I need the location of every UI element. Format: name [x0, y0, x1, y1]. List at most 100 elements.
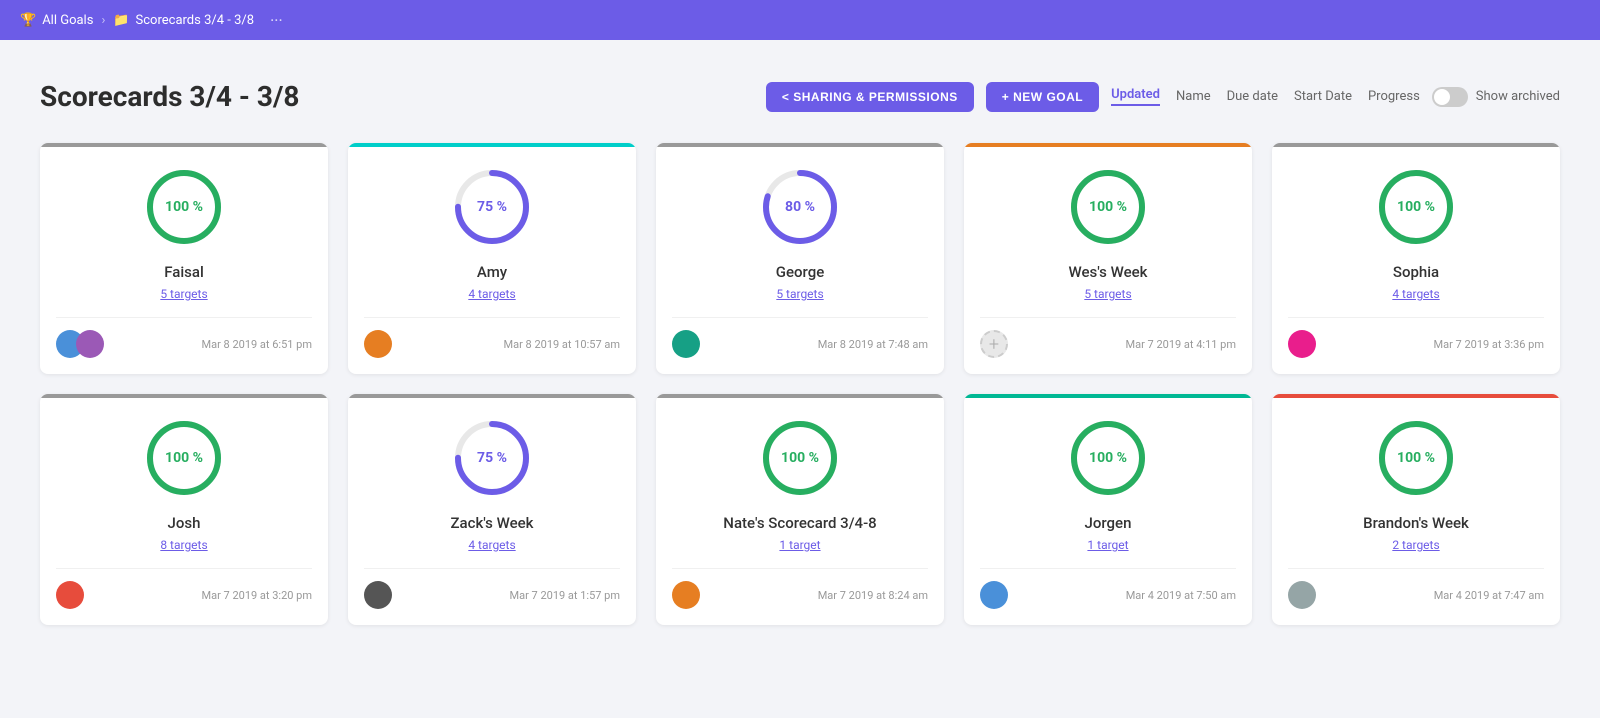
- card-footer: Mar 7 2019 at 1:57 pm: [364, 568, 620, 609]
- card-targets[interactable]: 4 targets: [1392, 287, 1439, 301]
- scorecard-card[interactable]: 100 % Jorgen 1 target Mar 4 2019 at 7:50…: [964, 394, 1252, 625]
- trophy-icon: 🏆: [20, 13, 36, 28]
- avatar: [364, 581, 392, 609]
- sort-start-date[interactable]: Start Date: [1294, 89, 1352, 104]
- card-footer: + Mar 7 2019 at 4:11 pm: [980, 317, 1236, 358]
- card-targets[interactable]: 8 targets: [160, 538, 207, 552]
- scorecard-card[interactable]: 100 % Faisal 5 targets Mar 8 2019 at 6:5…: [40, 143, 328, 374]
- nav-dots[interactable]: ···: [270, 11, 283, 30]
- show-archived-label: Show archived: [1476, 89, 1560, 104]
- progress-circle: 100 %: [1376, 167, 1456, 247]
- scorecard-card[interactable]: 100 % Sophia 4 targets Mar 7 2019 at 3:3…: [1272, 143, 1560, 374]
- scorecard-card[interactable]: 100 % Josh 8 targets Mar 7 2019 at 3:20 …: [40, 394, 328, 625]
- folder-nav[interactable]: 📁 Scorecards 3/4 - 3/8: [113, 13, 254, 28]
- header-actions: < SHARING & PERMISSIONS + NEW GOAL Updat…: [766, 82, 1560, 112]
- card-targets[interactable]: 5 targets: [160, 287, 207, 301]
- card-date: Mar 7 2019 at 8:24 am: [818, 589, 928, 602]
- avatar: [672, 330, 700, 358]
- folder-label: Scorecards 3/4 - 3/8: [136, 13, 255, 28]
- progress-text: 100 %: [165, 199, 203, 215]
- scorecard-card[interactable]: 80 % George 5 targets Mar 8 2019 at 7:48…: [656, 143, 944, 374]
- card-name: Nate's Scorecard 3/4-8: [723, 514, 876, 532]
- card-name: Sophia: [1393, 263, 1439, 281]
- nav-separator: ›: [101, 13, 105, 28]
- card-name: Brandon's Week: [1363, 514, 1469, 532]
- card-targets[interactable]: 4 targets: [468, 538, 515, 552]
- avatar: [1288, 581, 1316, 609]
- cards-grid: 100 % Faisal 5 targets Mar 8 2019 at 6:5…: [40, 143, 1560, 625]
- card-date: Mar 8 2019 at 7:48 am: [818, 338, 928, 351]
- card-date: Mar 7 2019 at 4:11 pm: [1126, 338, 1236, 351]
- card-name: George: [776, 263, 824, 281]
- sort-options: Updated Name Due date Start Date Progres…: [1111, 87, 1420, 106]
- scorecard-card[interactable]: 100 % Wes's Week 5 targets + Mar 7 2019 …: [964, 143, 1252, 374]
- progress-text: 75 %: [477, 199, 507, 215]
- show-archived-toggle-container: Show archived: [1432, 87, 1560, 107]
- card-name: Josh: [168, 514, 201, 532]
- card-date: Mar 7 2019 at 3:36 pm: [1434, 338, 1544, 351]
- progress-circle: 80 %: [760, 167, 840, 247]
- progress-circle: 100 %: [760, 418, 840, 498]
- progress-text: 100 %: [165, 450, 203, 466]
- card-targets[interactable]: 5 targets: [1084, 287, 1131, 301]
- card-date: Mar 4 2019 at 7:47 am: [1434, 589, 1544, 602]
- new-goal-button[interactable]: + NEW GOAL: [986, 82, 1099, 112]
- scorecard-card[interactable]: 75 % Amy 4 targets Mar 8 2019 at 10:57 a…: [348, 143, 636, 374]
- card-footer: Mar 8 2019 at 6:51 pm: [56, 317, 312, 358]
- progress-text: 100 %: [781, 450, 819, 466]
- avatar-placeholder: +: [980, 330, 1008, 358]
- header-row: Scorecards 3/4 - 3/8 < SHARING & PERMISS…: [40, 80, 1560, 113]
- page-content: Scorecards 3/4 - 3/8 < SHARING & PERMISS…: [0, 40, 1600, 645]
- show-archived-toggle[interactable]: [1432, 87, 1468, 107]
- card-date: Mar 7 2019 at 3:20 pm: [202, 589, 312, 602]
- card-targets[interactable]: 1 target: [779, 538, 820, 552]
- all-goals-label: All Goals: [42, 13, 93, 28]
- card-name: Wes's Week: [1069, 263, 1148, 281]
- progress-text: 100 %: [1397, 199, 1435, 215]
- progress-text: 100 %: [1397, 450, 1435, 466]
- card-footer: Mar 8 2019 at 10:57 am: [364, 317, 620, 358]
- card-targets[interactable]: 1 target: [1087, 538, 1128, 552]
- avatar: [672, 581, 700, 609]
- card-name: Jorgen: [1085, 514, 1132, 532]
- card-date: Mar 4 2019 at 7:50 am: [1126, 589, 1236, 602]
- scorecard-card[interactable]: 100 % Brandon's Week 2 targets Mar 4 201…: [1272, 394, 1560, 625]
- sort-updated[interactable]: Updated: [1111, 87, 1160, 106]
- all-goals-nav[interactable]: 🏆 All Goals: [20, 13, 93, 28]
- progress-circle: 100 %: [1068, 418, 1148, 498]
- card-targets[interactable]: 4 targets: [468, 287, 515, 301]
- card-date: Mar 8 2019 at 6:51 pm: [202, 338, 312, 351]
- progress-circle: 100 %: [144, 418, 224, 498]
- sort-due-date[interactable]: Due date: [1227, 89, 1278, 104]
- card-date: Mar 8 2019 at 10:57 am: [504, 338, 620, 351]
- card-footer: Mar 4 2019 at 7:50 am: [980, 568, 1236, 609]
- avatar-secondary: [76, 330, 104, 358]
- sort-name[interactable]: Name: [1176, 89, 1211, 104]
- avatar: [1288, 330, 1316, 358]
- card-footer: Mar 7 2019 at 3:36 pm: [1288, 317, 1544, 358]
- avatar: [980, 581, 1008, 609]
- folder-icon: 📁: [113, 13, 129, 28]
- card-footer: Mar 7 2019 at 8:24 am: [672, 568, 928, 609]
- card-name: Amy: [477, 263, 507, 281]
- avatar: [364, 330, 392, 358]
- card-footer: Mar 7 2019 at 3:20 pm: [56, 568, 312, 609]
- progress-circle: 100 %: [144, 167, 224, 247]
- sharing-permissions-button[interactable]: < SHARING & PERMISSIONS: [766, 82, 974, 112]
- avatar-group: [56, 330, 104, 358]
- progress-circle: 100 %: [1376, 418, 1456, 498]
- card-targets[interactable]: 5 targets: [776, 287, 823, 301]
- progress-circle: 100 %: [1068, 167, 1148, 247]
- card-footer: Mar 4 2019 at 7:47 am: [1288, 568, 1544, 609]
- progress-text: 80 %: [785, 199, 815, 215]
- card-targets[interactable]: 2 targets: [1392, 538, 1439, 552]
- page-title: Scorecards 3/4 - 3/8: [40, 80, 299, 113]
- scorecard-card[interactable]: 100 % Nate's Scorecard 3/4-8 1 target Ma…: [656, 394, 944, 625]
- scorecard-card[interactable]: 75 % Zack's Week 4 targets Mar 7 2019 at…: [348, 394, 636, 625]
- avatar: [56, 581, 84, 609]
- progress-text: 75 %: [477, 450, 507, 466]
- card-footer: Mar 8 2019 at 7:48 am: [672, 317, 928, 358]
- sort-progress[interactable]: Progress: [1368, 89, 1420, 104]
- card-name: Faisal: [164, 263, 204, 281]
- progress-text: 100 %: [1089, 450, 1127, 466]
